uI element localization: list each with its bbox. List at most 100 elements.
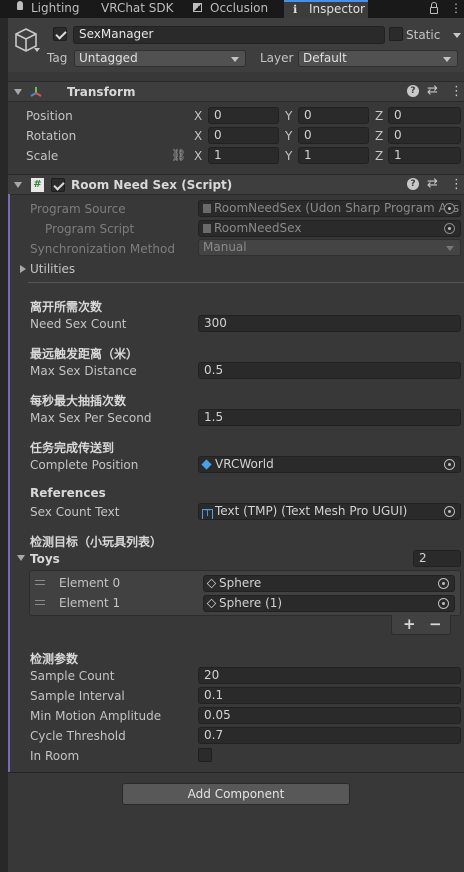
- preset-icon[interactable]: ⇄: [427, 83, 438, 98]
- gameobject-header: SexManager Static Tag Untagged Layer Def…: [8, 18, 464, 72]
- scale-y-field[interactable]: 1: [298, 147, 369, 164]
- rotation-y-field[interactable]: 0: [298, 127, 369, 144]
- script-enabled-checkbox[interactable]: [51, 178, 65, 192]
- max-distance-field[interactable]: 0.5: [198, 362, 461, 379]
- scale-x-field[interactable]: 1: [208, 147, 279, 164]
- utilities-label[interactable]: Utilities: [30, 262, 75, 276]
- layer-dropdown[interactable]: Default: [298, 50, 458, 67]
- lightbulb-icon: [17, 1, 23, 10]
- axis-x-label[interactable]: X: [194, 149, 202, 163]
- need-count-field[interactable]: 300: [198, 315, 461, 332]
- need-count-label: Need Sex Count: [30, 317, 127, 331]
- object-picker-icon[interactable]: [438, 598, 449, 609]
- object-picker-icon[interactable]: [444, 506, 455, 517]
- complete-position-header: 任务完成传送到: [30, 441, 115, 455]
- sex-count-text-field[interactable]: T Text (TMP) (Text Mesh Pro UGUI): [198, 503, 461, 520]
- drag-handle-icon[interactable]: [35, 580, 45, 585]
- need-count-header: 离开所需次数: [30, 300, 103, 314]
- sample-interval-label: Sample Interval: [30, 689, 125, 703]
- max-per-second-label: Max Sex Per Second: [30, 411, 152, 425]
- tab-vrchat-sdk[interactable]: VRChat SDK: [98, 0, 178, 18]
- add-component-button[interactable]: Add Component: [122, 783, 350, 805]
- object-picker-icon[interactable]: [444, 459, 455, 470]
- position-y-field[interactable]: 0: [298, 107, 369, 124]
- menu-icon[interactable]: ⋮: [450, 1, 462, 15]
- help-icon[interactable]: ?: [407, 85, 419, 97]
- axis-z-label[interactable]: Z: [375, 149, 383, 163]
- transform-header[interactable]: Transform ? ⇄ ⋮: [8, 81, 464, 102]
- rotation-x-field[interactable]: 0: [208, 127, 279, 144]
- static-label: Static: [406, 28, 441, 42]
- cycle-threshold-label: Cycle Threshold: [30, 729, 126, 743]
- tab-lighting[interactable]: Lighting: [14, 0, 90, 18]
- scale-z-field[interactable]: 1: [388, 147, 461, 164]
- sync-method-dropdown: Manual: [198, 239, 461, 256]
- sample-count-field[interactable]: 20: [198, 667, 461, 684]
- toys-size-field[interactable]: 2: [413, 550, 461, 567]
- tab-occlusion[interactable]: Occlusion: [188, 0, 276, 18]
- rotation-z-field[interactable]: 0: [388, 127, 461, 144]
- toys-foldout-icon[interactable]: [17, 555, 25, 561]
- transform-title: Transform: [67, 85, 136, 99]
- more-icon[interactable]: ⋮: [450, 84, 463, 99]
- element-field[interactable]: Sphere (1): [203, 595, 455, 612]
- axis-z-label[interactable]: Z: [375, 129, 383, 143]
- static-dropdown-arrow[interactable]: [453, 33, 461, 38]
- script-header[interactable]: # Room Need Sex (Script) ? ⇄ ⋮: [8, 174, 464, 195]
- position-z-field[interactable]: 0: [388, 107, 461, 124]
- tab-inspector[interactable]: ℹ Inspector: [284, 0, 368, 18]
- preset-icon[interactable]: ⇄: [427, 176, 438, 191]
- axis-x-label[interactable]: X: [194, 109, 202, 123]
- scale-label: Scale: [26, 149, 59, 163]
- tab-vrchat-sdk-label: VRChat SDK: [101, 1, 174, 15]
- sample-interval-field[interactable]: 0.1: [198, 687, 461, 704]
- object-picker-icon[interactable]: [438, 578, 449, 589]
- active-checkbox[interactable]: [53, 27, 67, 41]
- axis-x-label[interactable]: X: [194, 129, 202, 143]
- tab-occlusion-label: Occlusion: [210, 1, 269, 15]
- static-checkbox[interactable]: [389, 27, 403, 41]
- help-icon[interactable]: ?: [407, 178, 419, 190]
- foldout-arrow-icon[interactable]: [14, 182, 22, 188]
- max-per-second-header: 每秒最大抽插次数: [30, 394, 127, 408]
- drag-handle-icon[interactable]: [35, 600, 45, 605]
- gameobject-name-field[interactable]: SexManager: [73, 26, 385, 44]
- position-x-field[interactable]: 0: [208, 107, 279, 124]
- tab-inspector-label: Inspector: [309, 2, 365, 16]
- left-panel-edge: [0, 18, 8, 872]
- cycle-threshold-field[interactable]: 0.7: [198, 727, 461, 744]
- element-value: Sphere: [219, 576, 262, 590]
- references-header: References: [30, 486, 106, 500]
- tab-lighting-label: Lighting: [31, 1, 80, 15]
- more-icon[interactable]: ⋮: [450, 177, 463, 192]
- axis-z-label[interactable]: Z: [375, 109, 383, 123]
- axis-y-label[interactable]: Y: [285, 129, 292, 143]
- add-element-button[interactable]: +: [403, 615, 416, 633]
- complete-position-field[interactable]: VRCWorld: [198, 456, 461, 473]
- separator: [28, 282, 464, 283]
- list-item: Element 0 Sphere: [30, 574, 460, 592]
- remove-element-button[interactable]: −: [429, 615, 442, 633]
- utilities-foldout-icon[interactable]: [20, 265, 26, 273]
- lock-icon[interactable]: [430, 7, 438, 14]
- constrain-proportions-icon[interactable]: ⛓: [171, 148, 186, 162]
- icon-dropdown-arrow[interactable]: [34, 48, 40, 52]
- toys-label[interactable]: Toys: [30, 552, 60, 566]
- script-title: Room Need Sex (Script): [71, 178, 233, 192]
- max-per-second-field[interactable]: 1.5: [198, 409, 461, 426]
- list-item: Element 1 Sphere (1): [30, 594, 460, 612]
- element-field[interactable]: Sphere: [203, 575, 455, 592]
- udon-asset-icon: [203, 204, 211, 213]
- program-script-field: RoomNeedSex: [198, 220, 461, 237]
- min-motion-field[interactable]: 0.05: [198, 707, 461, 724]
- axis-y-label[interactable]: Y: [285, 149, 292, 163]
- foldout-arrow-icon[interactable]: [14, 89, 22, 95]
- program-source-label: Program Source: [30, 202, 126, 216]
- axis-y-label[interactable]: Y: [285, 109, 292, 123]
- program-script-label: Program Script: [45, 222, 135, 236]
- program-source-field: RoomNeedSex (Udon Sharp Program Ass: [198, 200, 461, 217]
- tag-dropdown[interactable]: Untagged: [74, 50, 246, 67]
- min-motion-label: Min Motion Amplitude: [30, 709, 162, 723]
- in-room-checkbox[interactable]: [198, 748, 212, 762]
- object-picker-icon: [444, 203, 455, 214]
